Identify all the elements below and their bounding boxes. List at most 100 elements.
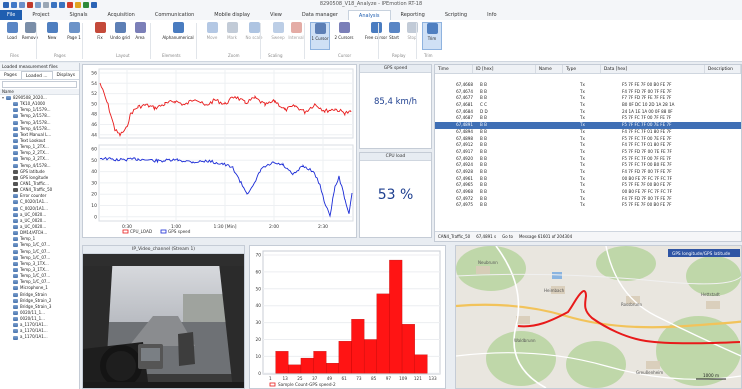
table-row[interactable]: 67,4681 C C Tx B0 0F DC 10 2D 1A 28 1A (435, 102, 741, 109)
stop-button[interactable]: Stop (402, 22, 422, 50)
menu-data-manager[interactable]: Data manager (292, 10, 348, 20)
signal-icon (13, 329, 18, 334)
alphanumerical-button[interactable]: Alphanumerical (158, 22, 198, 50)
menu-analysis[interactable]: Analysis (347, 10, 391, 20)
y-tick-label: 46 (91, 122, 97, 128)
y-tick-label: 44 (91, 132, 97, 138)
table-row[interactable]: 67,4928 B B Tx F4 7F FD 7F 00 7F FE 7F (435, 169, 741, 176)
menu-mobile-display[interactable]: Mobile display (204, 10, 260, 20)
menu-view[interactable]: View (260, 10, 292, 20)
video-frame[interactable] (83, 254, 244, 388)
y-tick-label: 10 (91, 203, 97, 209)
table-row[interactable]: 67,4684 D D Tx 24 1A 1E 1A 00 0F 88 0F (435, 109, 741, 116)
table-row[interactable]: 67,4965 B B Tx F5 7F FE 7F 00 B0 FE 7F (435, 182, 741, 189)
signal-icon (13, 286, 18, 291)
table-row[interactable]: 67,4968 B B Tx 00 B0 FE 7F FC 7F FC 7F (435, 189, 741, 196)
table-row[interactable]: 67,4668 B B Tx F5 7F FE 7F 00 B0 FE 7F (435, 82, 741, 89)
column-header[interactable]: Type (563, 65, 601, 73)
legend-entry: CPU_LOAD (130, 229, 152, 234)
page-1-button[interactable]: Page 1 (64, 22, 84, 50)
pane-tab-displays[interactable]: Displays (53, 71, 79, 79)
column-header[interactable]: Description (705, 65, 741, 73)
load-button[interactable]: Load (2, 22, 22, 50)
table-row[interactable]: 67,4674 B B Tx F4 7F FD 7F 00 7F FE 7F (435, 89, 741, 96)
table-row[interactable]: 67,4912 B B Tx F4 7F FC 7F 01 80 FE 7F (435, 142, 741, 149)
video-panel: IP_Video_channel (Stream 1) (82, 245, 245, 389)
y-tick-label: 70 (256, 253, 262, 259)
start-button[interactable]: Start (384, 22, 404, 50)
column-header[interactable]: Name (536, 65, 564, 73)
lake-area (552, 272, 562, 279)
ribbon-button-label: Stop (407, 35, 417, 40)
table-cell: 67,4928 (456, 168, 473, 174)
move-button[interactable]: Move (202, 22, 222, 50)
table-cell: F4 7F FD 7F 00 7F FE 7F (622, 195, 672, 201)
table-cell: B B (480, 88, 487, 94)
video-image (83, 254, 244, 388)
menu-acquisition[interactable]: Acquisition (97, 10, 144, 20)
table-cell: F5 7F FE 7F 00 B0 FE 7F (622, 202, 672, 208)
ribbon-button-label: Area (135, 35, 145, 40)
ribbon-button-label: New (47, 35, 57, 40)
table-row[interactable]: 67,4898 B B Tx F5 7F FC 7F 00 7E FE 7F (435, 136, 741, 143)
column-header[interactable]: Data [hex] (601, 65, 705, 73)
table-row[interactable]: 67,4894 B B Tx F4 7F FC 7F 01 80 FE 7F (435, 129, 741, 136)
filter-input[interactable] (2, 81, 77, 88)
table-row[interactable]: 67,4920 B B Tx F5 7F FC 7F 00 7F FE 7F (435, 156, 741, 163)
status-field: 67,4891 s (476, 234, 497, 239)
fix-button[interactable]: Fix (90, 22, 110, 50)
ribbon-separator (150, 23, 151, 59)
table-cell: Tx (580, 195, 585, 201)
table-row[interactable]: 67,4891 B B Tx F5 7F FC 7F 00 7E FE 7F (435, 122, 741, 129)
histogram-chart[interactable]: 70 60 50 40 30 20 10 0 1 13 25 37 49 61 73 85 97 109 121 13… (250, 246, 445, 388)
remove-button[interactable]: Remove (20, 22, 40, 50)
signal-icon (13, 151, 18, 156)
table-row[interactable]: 67,4972 B B Tx F4 7F FD 7F 00 7F FE 7F (435, 196, 741, 203)
table-cell: 67,4687 (456, 115, 473, 121)
menu-scripting[interactable]: Scripting (435, 10, 477, 20)
signal-tree-item[interactable]: a_1170/1A1... (0, 334, 79, 340)
table-row[interactable]: 67,4917 B B Tx F5 7F FD 7F 00 7E FE 7F (435, 149, 741, 156)
undo-grid-button[interactable]: Undo grid (110, 22, 130, 50)
column-header[interactable]: Time (435, 65, 473, 73)
x-tick-label: 25 (297, 376, 303, 381)
menu-reporting[interactable]: Reporting (391, 10, 435, 20)
table-cell (547, 109, 577, 116)
signal-icon (13, 335, 18, 340)
table-row[interactable]: 67,4975 B B Tx F5 7F FE 7F 00 B0 FE 7F (435, 202, 741, 209)
interval-button[interactable]: Interval (286, 22, 306, 50)
gps-map[interactable]: GPS longitude/GPS latitude 1000 m Neubrunn… (456, 246, 741, 388)
menu-file[interactable]: File (0, 10, 23, 20)
mark-button[interactable]: Mark (222, 22, 242, 50)
video-title: IP_Video_channel (Stream 1) (83, 246, 244, 254)
pane-tab-pages[interactable]: Pages (0, 71, 21, 79)
table-cell: B B (480, 155, 487, 161)
pane-tab-loaded[interactable]: Loaded ... (20, 71, 53, 79)
ribbon-button-label: Load (7, 35, 17, 40)
line-chart[interactable]: 5654525048464460504030201000:30 1:00 1:30 … (83, 65, 356, 237)
signal-icon (13, 194, 18, 199)
table-cell: Tx (580, 202, 585, 208)
area-button[interactable]: Area (130, 22, 150, 50)
new-button[interactable]: New (42, 22, 62, 50)
menu-communication[interactable]: Communication (145, 10, 204, 20)
town-area (476, 266, 490, 274)
table-cell: F4 7F FD 7F 00 7F FE 7F (622, 168, 672, 174)
signal-icon (13, 237, 18, 242)
column-header[interactable]: ID [hex] (473, 65, 536, 73)
area-icon (134, 22, 146, 33)
table-row[interactable]: 67,4677 B B Tx F7 7F FD 7F FE 7F FE 7F (435, 95, 741, 102)
menu-info[interactable]: Info (477, 10, 506, 20)
table-row[interactable]: 67,4924 B B Tx F5 7F FC 7F 00 B0 FE 7F (435, 162, 741, 169)
table-cell: 67,4912 (456, 142, 473, 148)
trim-button[interactable]: Trim (422, 22, 442, 50)
menu-signals[interactable]: Signals (59, 10, 97, 20)
sweep-button[interactable]: Sweep (268, 22, 288, 50)
table-row[interactable]: 67,4961 B B Tx 00 B0 FE 7F FC 7F FC 7F (435, 176, 741, 183)
2-cursors-button[interactable]: 2 Cursors (334, 22, 354, 50)
menu-project[interactable]: Project (22, 10, 59, 20)
1-cursor-button[interactable]: 1 Cursor (310, 22, 330, 50)
table-row[interactable]: 67,4687 B B Tx F5 7F FC 7F 00 7F FE 7F (435, 115, 741, 122)
no-scale-button[interactable]: No scale (244, 22, 264, 50)
window-title: 8290508_V18_Analyze - IPEmotion RT-18 (319, 1, 423, 7)
